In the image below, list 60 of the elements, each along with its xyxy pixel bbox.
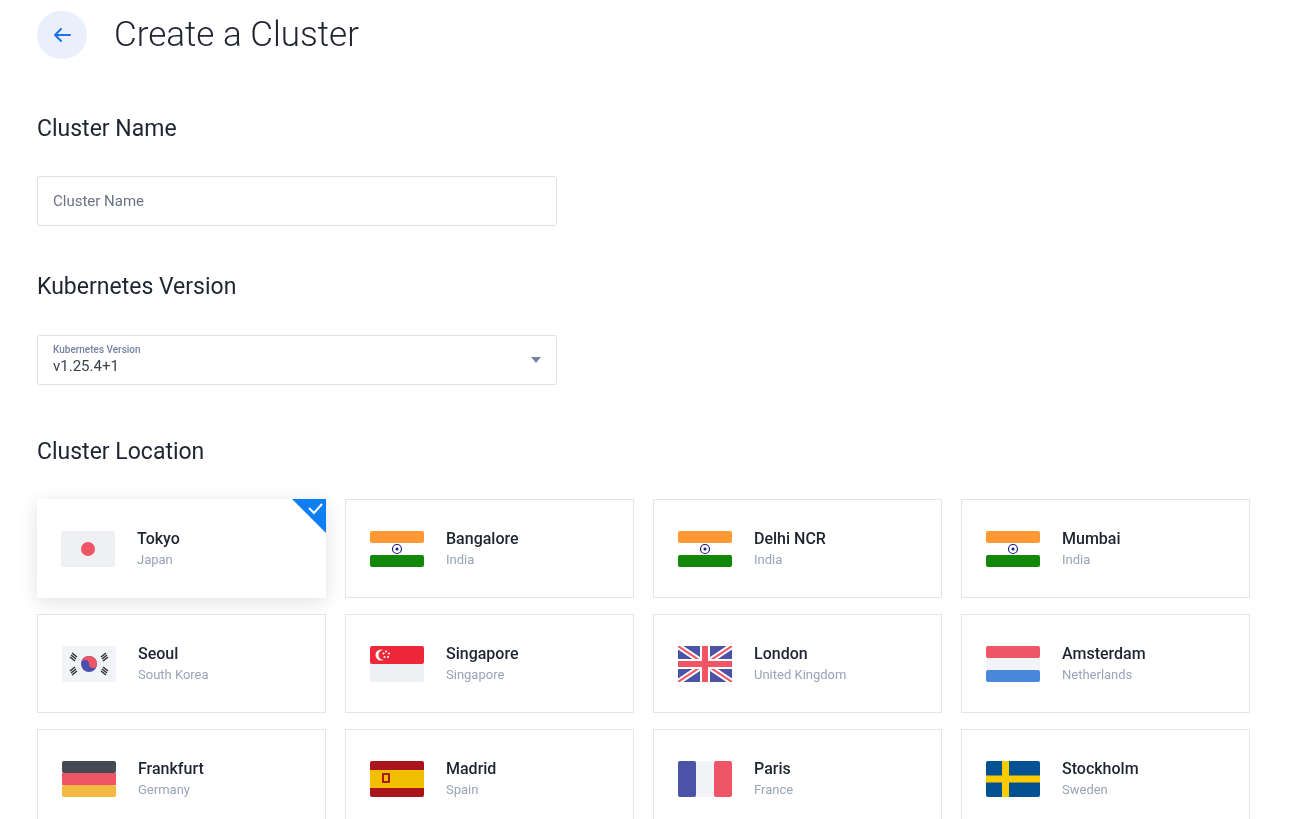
location-card[interactable]: Tokyo Japan: [37, 499, 326, 598]
city-name: Bangalore: [446, 527, 519, 550]
country-name: Sweden: [1062, 780, 1109, 799]
flag-icon: [678, 760, 732, 797]
flag-icon: [678, 645, 732, 682]
selected-check-icon: [292, 499, 326, 533]
city-name: Tokyo: [137, 527, 180, 550]
location-card[interactable]: Bangalore India: [345, 499, 634, 598]
location-card[interactable]: Delhi NCR India: [653, 499, 942, 598]
section-heading: Cluster Name: [37, 113, 178, 144]
location-card[interactable]: Mumbai India: [961, 499, 1250, 598]
section-heading: Kubernetes Version: [37, 272, 238, 302]
flag-icon: [62, 645, 116, 682]
city-name: Mumbai: [1062, 527, 1121, 550]
location-card[interactable]: Seoul South Korea: [37, 614, 326, 713]
flag-icon: [986, 760, 1040, 797]
flag-icon: [370, 530, 424, 567]
country-name: Spain: [446, 780, 480, 799]
country-name: Netherlands: [1062, 665, 1134, 684]
country-name: France: [754, 780, 794, 799]
flag-icon: [62, 760, 116, 797]
country-name: India: [1062, 550, 1092, 569]
location-card[interactable]: Frankfurt Germany: [37, 729, 326, 819]
country-name: India: [754, 550, 784, 569]
flag-icon: [986, 645, 1040, 682]
select-label: Kubernetes Version: [53, 343, 141, 356]
city-name: Frankfurt: [138, 757, 204, 780]
country-name: Japan: [137, 550, 174, 569]
location-card[interactable]: Amsterdam Netherlands: [961, 614, 1250, 713]
city-name: Seoul: [138, 642, 180, 665]
flag-icon: [370, 760, 424, 797]
flag-icon: [678, 530, 732, 567]
select-value: v1.25.4+1: [53, 356, 120, 376]
version-select[interactable]: Kubernetes Version v1.25.4+1: [37, 334, 557, 385]
country-name: United Kingdom: [754, 665, 847, 684]
cluster-name-input[interactable]: Cluster Name: [37, 176, 557, 226]
location-card[interactable]: Madrid Spain: [345, 729, 634, 819]
back-arrow-icon: [52, 27, 72, 44]
flag-icon: [370, 645, 424, 682]
city-name: Paris: [754, 757, 792, 780]
section-heading: Cluster Location: [37, 436, 206, 467]
country-name: South Korea: [138, 665, 209, 684]
city-name: Delhi NCR: [754, 527, 826, 550]
location-card[interactable]: Paris France: [653, 729, 942, 819]
location-card[interactable]: London United Kingdom: [653, 614, 942, 713]
city-name: Madrid: [446, 757, 497, 780]
city-name: London: [754, 642, 809, 665]
country-name: Germany: [138, 780, 191, 799]
location-card[interactable]: Singapore Singapore: [345, 614, 634, 713]
city-name: Stockholm: [1062, 757, 1139, 780]
back-button[interactable]: [37, 11, 87, 60]
city-name: Singapore: [446, 642, 519, 665]
page-title: Create a Cluster: [114, 13, 359, 57]
dropdown-caret-icon: [531, 356, 541, 363]
country-name: India: [446, 550, 476, 569]
country-name: Singapore: [446, 665, 506, 684]
flag-icon: [61, 530, 115, 567]
location-card[interactable]: Stockholm Sweden: [961, 729, 1250, 819]
flag-icon: [986, 530, 1040, 567]
city-name: Amsterdam: [1062, 642, 1146, 665]
